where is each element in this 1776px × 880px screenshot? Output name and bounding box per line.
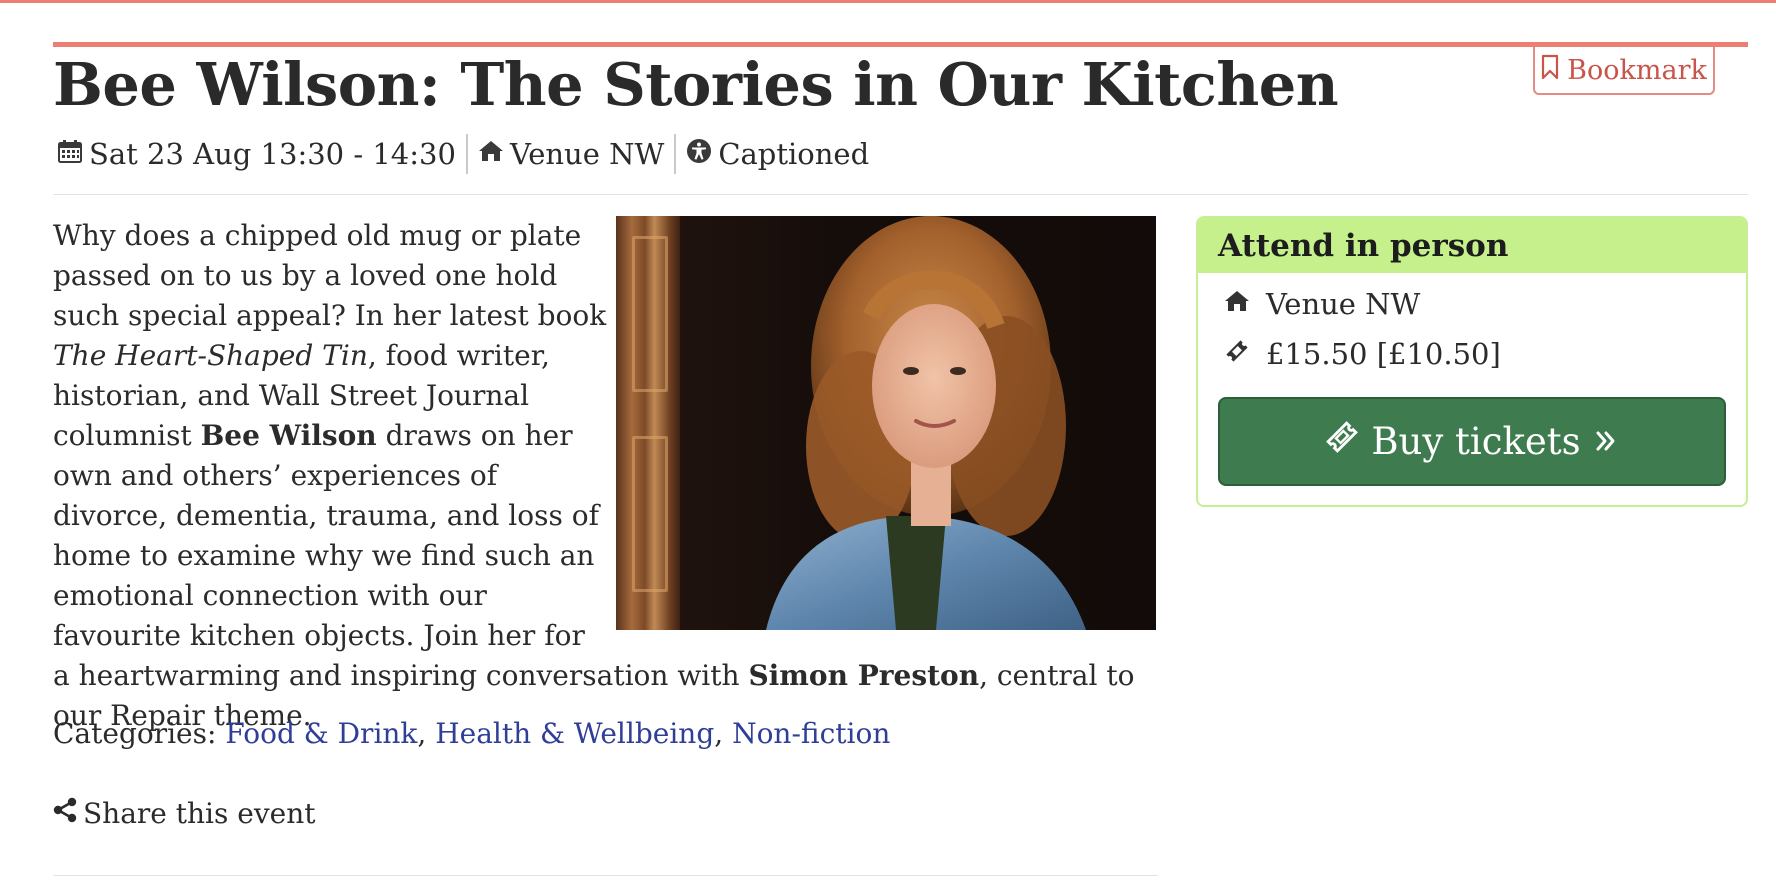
category-link-non-fiction[interactable]: Non-fiction bbox=[732, 717, 890, 750]
description-text: Why does a chipped old mug or plate pass… bbox=[53, 219, 607, 332]
author-photo bbox=[616, 216, 1156, 630]
bookmark-label: Bookmark bbox=[1567, 54, 1707, 86]
attend-in-person-panel: Attend in person Venue NW £15.50 [£10.50… bbox=[1196, 216, 1748, 507]
double-chevron-right-icon bbox=[1593, 420, 1619, 463]
event-venue-text: Venue NW bbox=[509, 137, 665, 171]
book-title: The Heart-Shaped Tin bbox=[53, 339, 368, 372]
event-date: Sat 23 Aug 13:30 - 14:30 bbox=[57, 137, 456, 171]
attend-header: Attend in person bbox=[1198, 218, 1746, 273]
category-link-health-wellbeing[interactable]: Health & Wellbeing bbox=[435, 717, 714, 750]
top-accent-line bbox=[0, 0, 1776, 3]
calendar-icon bbox=[57, 137, 83, 171]
event-accessibility: Captioned bbox=[686, 137, 869, 171]
footer-divider bbox=[53, 875, 1158, 876]
share-label: Share this event bbox=[83, 797, 316, 830]
event-meta: Sat 23 Aug 13:30 - 14:30 Venue NW Captio… bbox=[57, 133, 869, 175]
event-venue: Venue NW bbox=[478, 137, 664, 171]
share-icon bbox=[53, 797, 77, 830]
attend-venue-text: Venue NW bbox=[1266, 287, 1421, 321]
ticket-icon bbox=[1325, 420, 1359, 463]
bookmark-button[interactable]: Bookmark bbox=[1533, 47, 1715, 95]
attend-venue-row: Venue NW bbox=[1198, 279, 1746, 329]
ticket-icon bbox=[1224, 337, 1250, 371]
author-portrait-illustration bbox=[766, 216, 1086, 630]
author-name: Bee Wilson bbox=[200, 419, 377, 452]
buy-tickets-button[interactable]: Buy tickets bbox=[1218, 397, 1726, 486]
meta-divider bbox=[674, 134, 677, 174]
categories-label: Categories: bbox=[53, 717, 226, 750]
event-accessibility-text: Captioned bbox=[718, 137, 870, 171]
accessibility-icon bbox=[686, 137, 712, 171]
page-title: Bee Wilson: The Stories in Our Kitchen bbox=[53, 50, 1339, 119]
event-date-text: Sat 23 Aug 13:30 - 14:30 bbox=[89, 137, 456, 171]
attend-price-text: £15.50 [£10.50] bbox=[1266, 337, 1501, 371]
header-divider bbox=[53, 194, 1748, 195]
title-accent-rule bbox=[53, 42, 1748, 47]
home-icon bbox=[478, 137, 504, 171]
share-event-button[interactable]: Share this event bbox=[53, 797, 316, 830]
host-name: Simon Preston bbox=[748, 659, 980, 692]
categories: Categories: Food & Drink, Health & Wellb… bbox=[53, 717, 891, 750]
buy-tickets-label: Buy tickets bbox=[1371, 420, 1581, 463]
meta-divider bbox=[465, 134, 468, 174]
bookmark-icon bbox=[1541, 54, 1559, 87]
home-icon bbox=[1224, 287, 1250, 321]
category-link-food-drink[interactable]: Food & Drink bbox=[225, 717, 417, 750]
attend-price-row: £15.50 [£10.50] bbox=[1198, 329, 1746, 379]
